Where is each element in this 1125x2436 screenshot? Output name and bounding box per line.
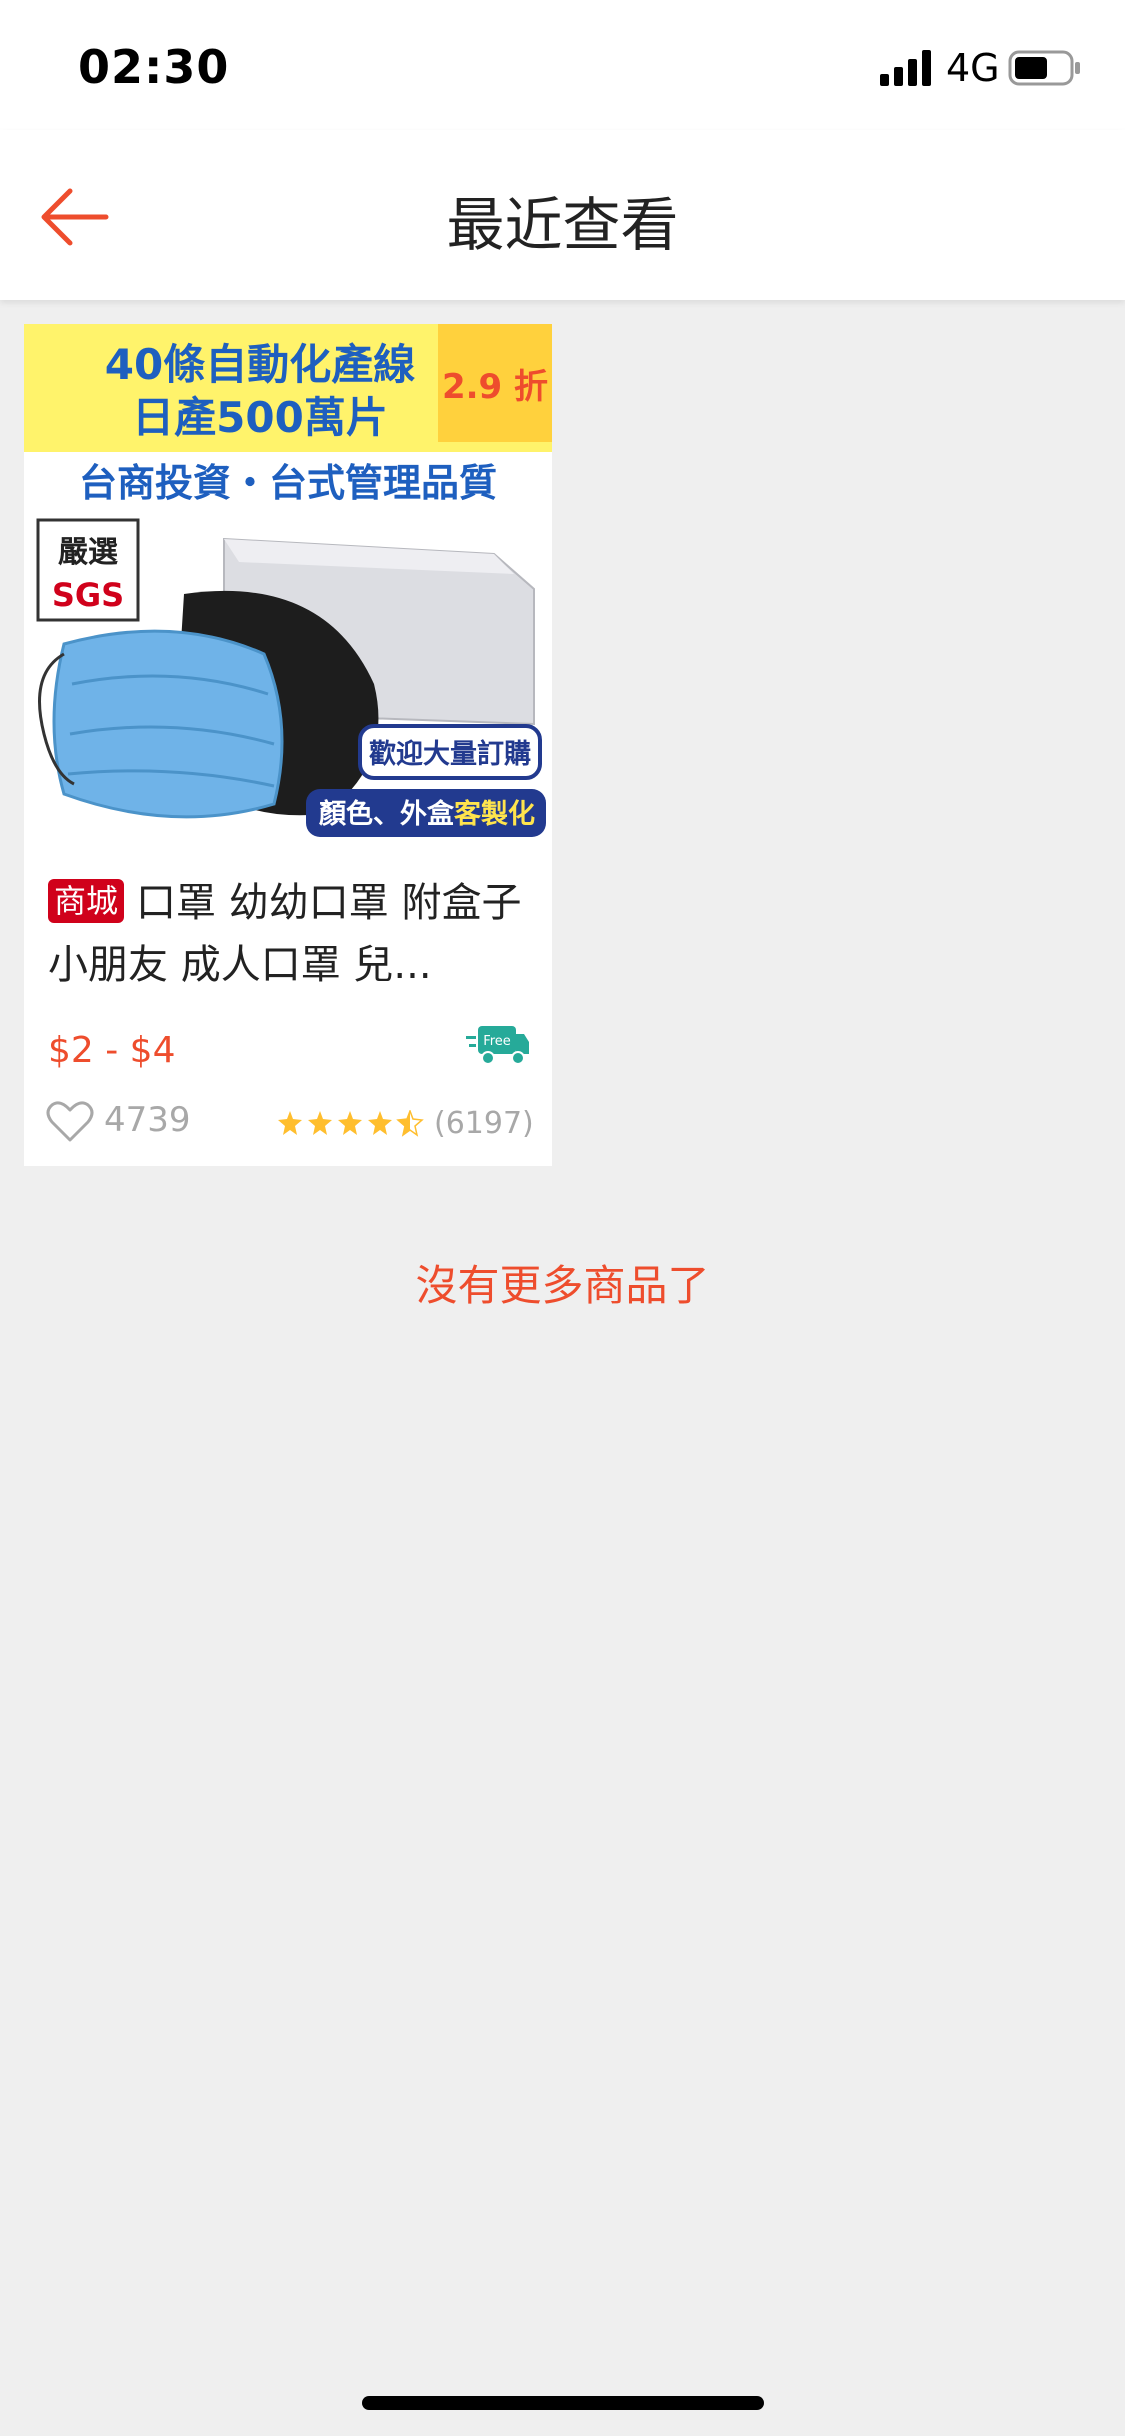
image-badge-bottom: SGS <box>52 576 124 614</box>
free-shipping-icon: Free <box>466 1026 529 1065</box>
star-icon <box>278 1111 302 1135</box>
product-price: $2 - $4 <box>48 1030 176 1071</box>
product-name: 商城 口罩 幼幼口罩 附盒子 小朋友 成人口罩 兒... <box>48 872 538 996</box>
star-icon <box>368 1111 392 1135</box>
image-text-line1: 40條自動化產線 <box>105 340 415 389</box>
discount-badge: 2.9 折 <box>438 324 552 442</box>
half-star-icon <box>396 1110 424 1137</box>
image-callout2-highlight: 客製化 <box>454 798 535 830</box>
svg-text:顏色、外盒客製化: 顏色、外盒客製化 <box>319 798 535 830</box>
nav-header: 最近查看 <box>0 130 1125 300</box>
status-bar: 02:30 4G <box>0 0 1125 130</box>
image-callout2-prefix: 顏色、外盒 <box>319 798 455 830</box>
rating-count: (6197) <box>434 1106 534 1141</box>
page-title: 最近查看 <box>446 191 679 259</box>
rating-stars <box>278 1110 424 1137</box>
star-icon <box>308 1111 332 1135</box>
signal-icon <box>880 50 931 86</box>
heart-icon[interactable] <box>46 1100 94 1144</box>
image-callout1: 歡迎大量訂購 <box>369 738 531 770</box>
image-badge-top: 嚴選 <box>58 535 118 570</box>
status-time: 02:30 <box>78 40 230 94</box>
image-text-line2: 日產500萬片 <box>132 393 388 442</box>
battery-icon <box>1008 50 1080 86</box>
mall-badge: 商城 <box>48 879 125 923</box>
product-card[interactable]: 40條自動化產線 日產500萬片 台商投資・台式管理品質 嚴選 SGS 歡迎大量… <box>24 324 552 1166</box>
like-count: 4739 <box>104 1100 191 1140</box>
image-text-line3: 台商投資・台式管理品質 <box>79 461 497 505</box>
home-indicator[interactable] <box>362 2396 764 2410</box>
free-shipping-label: Free <box>483 1034 511 1049</box>
no-more-items-text: 沒有更多商品了 <box>415 1261 710 1310</box>
product-image[interactable]: 40條自動化產線 日產500萬片 台商投資・台式管理品質 嚴選 SGS 歡迎大量… <box>24 324 552 844</box>
star-icon <box>338 1111 362 1135</box>
network-label: 4G <box>946 46 1000 90</box>
